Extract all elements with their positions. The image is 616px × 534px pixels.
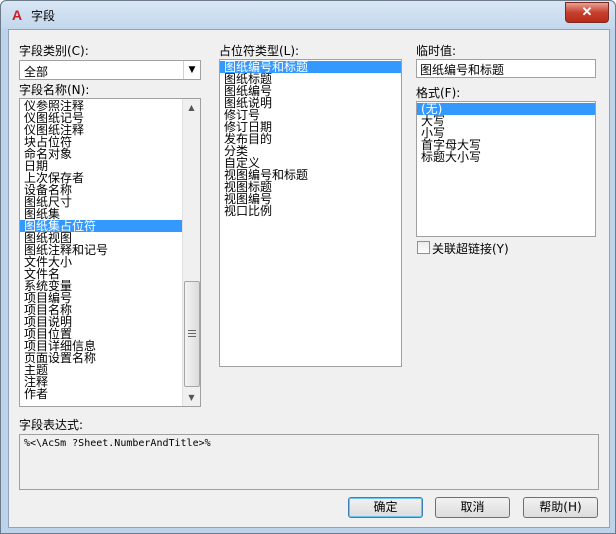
temp-value-label: 临时值: — [416, 44, 457, 58]
dialog-body: 字段类别(C): 全部 ▼ 字段名称(N): 仪参照注释 仪图纸记号 仪图纸注释 块占… — [8, 29, 610, 528]
title-bar: A 字段 ✕ — [1, 1, 615, 29]
field-category-value: 全部 — [24, 65, 49, 79]
format-item[interactable]: 标题大小写 — [417, 151, 595, 163]
hyperlink-checkbox[interactable] — [417, 241, 430, 254]
format-label: 格式(F): — [416, 86, 461, 100]
scroll-up-icon[interactable]: ▲ — [183, 99, 200, 116]
hyperlink-label[interactable]: 关联超链接(Y) — [432, 240, 509, 257]
cancel-button[interactable]: 取消 — [435, 497, 510, 518]
field-category-combo[interactable]: 全部 ▼ — [19, 60, 201, 80]
field-names-scrollbar[interactable]: ▲ ▼ — [182, 99, 200, 406]
scroll-thumb[interactable] — [184, 281, 200, 387]
field-expression-text: %<\AcSm ?Sheet.NumberAndTitle>% — [24, 438, 211, 449]
field-names-label: 字段名称(N): — [19, 83, 90, 97]
chevron-down-icon[interactable]: ▼ — [183, 61, 200, 79]
window-title: 字段 — [31, 9, 56, 23]
placeholder-type-item[interactable]: 视口比例 — [220, 205, 401, 217]
format-list[interactable]: (无) 大写 小写 首字母大写 标题大小写 — [416, 101, 596, 237]
temp-value-text: 图纸编号和标题 — [420, 63, 505, 77]
close-button[interactable]: ✕ — [565, 2, 609, 23]
field-expression-box[interactable]: %<\AcSm ?Sheet.NumberAndTitle>% — [19, 434, 599, 490]
placeholder-type-list[interactable]: 图纸编号和标题 图纸标题 图纸编号 图纸说明 修订号 修订日期 发布目的 分类 自定义 视图编号和… — [219, 59, 402, 367]
field-names-list[interactable]: 仪参照注释 仪图纸记号 仪图纸注释 块占位符 命名对象 日期 上次保存者 设备名称 图纸尺寸 图纸… — [19, 98, 201, 407]
field-dialog: A 字段 ✕ 字段类别(C): 全部 ▼ 字段名称(N): 仪参照注释 仪图纸记号… — [0, 0, 616, 534]
placeholder-type-label: 占位符类型(L): — [219, 44, 300, 58]
field-name-item[interactable]: 作者 — [20, 388, 182, 400]
ok-button[interactable]: 确定 — [348, 497, 423, 518]
field-expression-label: 字段表达式: — [19, 418, 84, 432]
temp-value-field[interactable]: 图纸编号和标题 — [416, 59, 596, 78]
help-button[interactable]: 帮助(H) — [523, 497, 598, 518]
field-category-label: 字段类别(C): — [19, 44, 89, 58]
autocad-logo-icon: A — [11, 7, 23, 23]
scroll-down-icon[interactable]: ▼ — [183, 389, 200, 406]
